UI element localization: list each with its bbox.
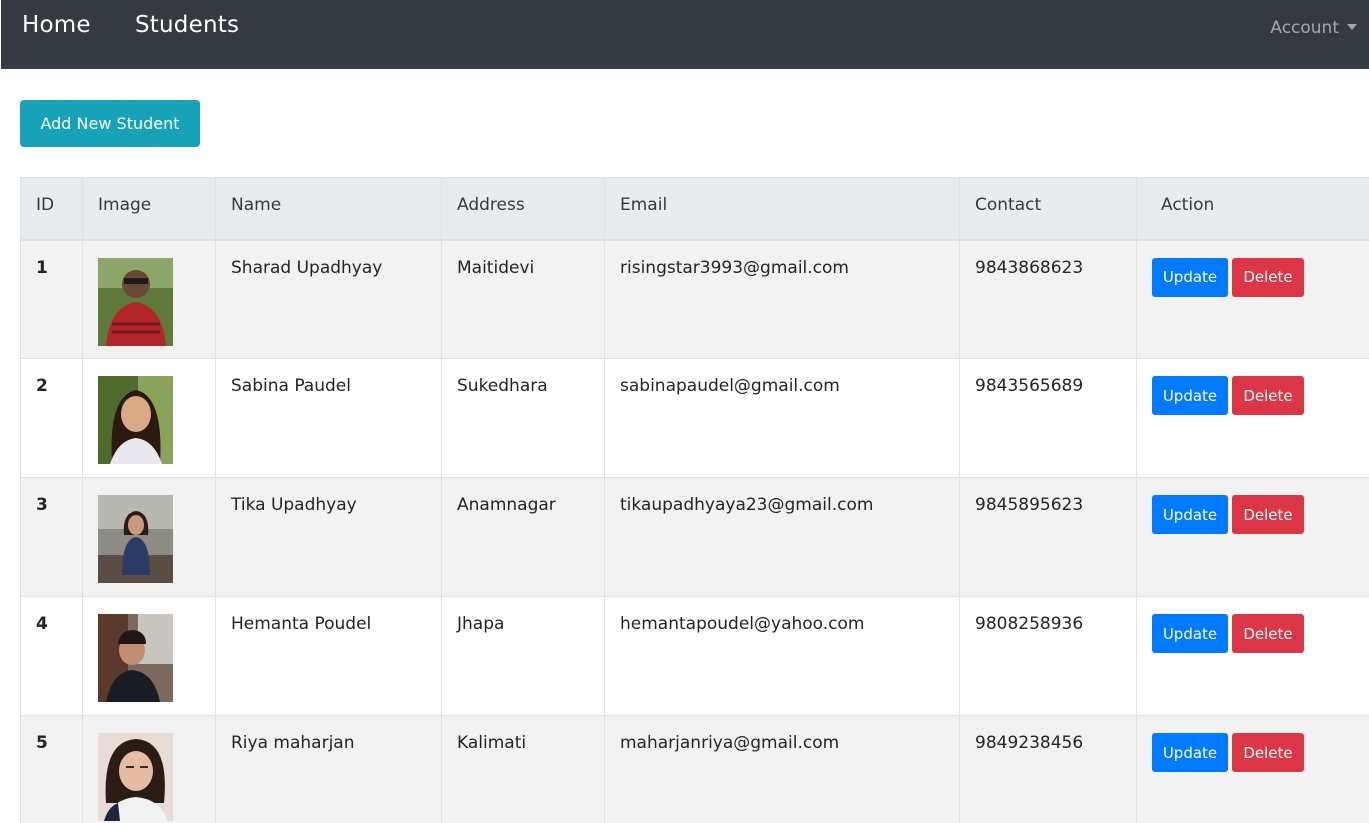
cell-contact: 9843565689 xyxy=(959,358,1137,478)
student-photo xyxy=(98,495,173,583)
table-row: 5 Riya maharjan Kalimati maharjanriya@gm… xyxy=(20,715,1369,823)
cell-contact: 9849238456 xyxy=(959,715,1137,823)
student-photo xyxy=(98,733,173,821)
update-button[interactable]: Update xyxy=(1152,376,1228,415)
student-photo xyxy=(98,614,173,702)
cell-image xyxy=(82,715,216,823)
cell-address: Maitidevi xyxy=(441,239,605,359)
delete-button[interactable]: Delete xyxy=(1232,257,1304,297)
student-photo xyxy=(98,257,173,346)
cell-email: sabinapaudel@gmail.com xyxy=(604,358,960,478)
cell-image xyxy=(82,358,216,478)
cell-email: hemantapoudel@yahoo.com xyxy=(604,596,960,716)
nav-home-link[interactable]: Home xyxy=(22,12,91,38)
cell-contact: 9843868623 xyxy=(959,239,1137,359)
student-photo xyxy=(98,376,173,464)
row-actions: Update Delete xyxy=(1152,733,1354,772)
header-name: Name xyxy=(215,177,442,241)
header-address: Address xyxy=(441,177,605,241)
cell-address: Sukedhara xyxy=(441,358,605,478)
table-header-row: ID Image Name Address Email Contact Acti… xyxy=(20,177,1369,241)
cell-action: Update Delete xyxy=(1136,477,1369,597)
cell-name: Riya maharjan xyxy=(215,715,442,823)
students-table: ID Image Name Address Email Contact Acti… xyxy=(20,177,1369,823)
cell-address: Kalimati xyxy=(441,715,605,823)
cell-image xyxy=(82,477,216,597)
cell-name: Tika Upadhyay xyxy=(215,477,442,597)
account-label: Account xyxy=(1270,18,1339,38)
caret-down-icon xyxy=(1347,24,1357,30)
row-actions: Update Delete xyxy=(1152,614,1354,653)
row-actions: Update Delete xyxy=(1152,495,1354,534)
cell-id: 2 xyxy=(20,358,83,478)
cell-contact: 9845895623 xyxy=(959,477,1137,597)
update-button[interactable]: Update xyxy=(1152,614,1228,653)
cell-contact: 9808258936 xyxy=(959,596,1137,716)
header-image: Image xyxy=(82,177,216,241)
top-navbar: Home Students Account xyxy=(0,0,1369,69)
cell-email: risingstar3993@gmail.com xyxy=(604,239,960,359)
row-actions: Update Delete xyxy=(1152,376,1354,415)
cell-name: Hemanta Poudel xyxy=(215,596,442,716)
header-action: Action xyxy=(1136,177,1369,241)
add-new-student-button[interactable]: Add New Student xyxy=(20,100,200,147)
cell-image xyxy=(82,596,216,716)
header-id: ID xyxy=(20,177,83,241)
cell-id: 3 xyxy=(20,477,83,597)
cell-id: 5 xyxy=(20,715,83,823)
cell-id: 1 xyxy=(20,239,83,359)
cell-action: Update Delete xyxy=(1136,239,1369,359)
cell-name: Sharad Upadhyay xyxy=(215,239,442,359)
header-email: Email xyxy=(604,177,960,241)
table-row: 4 Hemanta Poudel Jhapa hemantapoudel@yah… xyxy=(20,596,1369,716)
table-row: 2 Sabina Paudel Sukedhara sabinapaudel@g… xyxy=(20,358,1369,478)
cell-address: Jhapa xyxy=(441,596,605,716)
cell-email: maharjanriya@gmail.com xyxy=(604,715,960,823)
cell-name: Sabina Paudel xyxy=(215,358,442,478)
delete-button[interactable]: Delete xyxy=(1232,614,1304,653)
account-dropdown[interactable]: Account xyxy=(1270,18,1357,38)
delete-button[interactable]: Delete xyxy=(1232,495,1304,534)
cell-action: Update Delete xyxy=(1136,715,1369,823)
delete-button[interactable]: Delete xyxy=(1232,376,1304,415)
table-row: 1 Sharad Upadhyay Maitidevi risingstar39… xyxy=(20,239,1369,359)
cell-image xyxy=(82,239,216,359)
update-button[interactable]: Update xyxy=(1152,733,1228,772)
cell-action: Update Delete xyxy=(1136,596,1369,716)
row-actions: Update Delete xyxy=(1152,257,1354,297)
update-button[interactable]: Update xyxy=(1152,257,1228,297)
table-row: 3 Tika Upadhyay Anamnagar tikaupadhyaya2… xyxy=(20,477,1369,597)
header-contact: Contact xyxy=(959,177,1137,241)
update-button[interactable]: Update xyxy=(1152,495,1228,534)
cell-id: 4 xyxy=(20,596,83,716)
cell-address: Anamnagar xyxy=(441,477,605,597)
nav-students-link[interactable]: Students xyxy=(135,12,239,38)
cell-action: Update Delete xyxy=(1136,358,1369,478)
cell-email: tikaupadhyaya23@gmail.com xyxy=(604,477,960,597)
delete-button[interactable]: Delete xyxy=(1232,733,1304,772)
